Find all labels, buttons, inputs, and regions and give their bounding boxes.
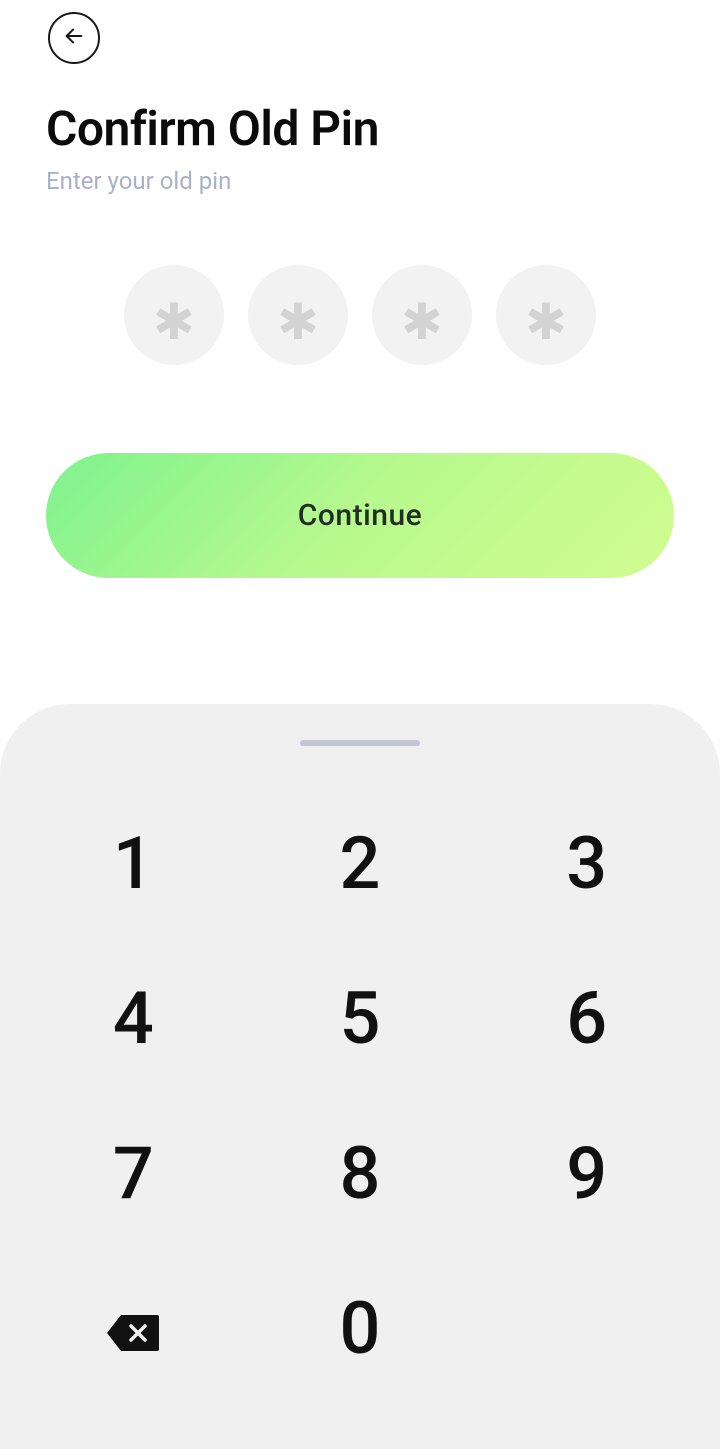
page-subtitle: Enter your old pin xyxy=(46,167,674,195)
pin-input-row: ✱ ✱ ✱ ✱ xyxy=(0,265,720,365)
back-button[interactable] xyxy=(48,12,100,64)
keypad-key-5[interactable]: 5 xyxy=(247,941,474,1096)
pin-digit-4[interactable]: ✱ xyxy=(496,265,596,365)
keypad-key-blank xyxy=(473,1251,700,1406)
keypad-key-7[interactable]: 7 xyxy=(20,1096,247,1251)
backspace-icon xyxy=(105,1286,161,1371)
continue-button[interactable]: Continue xyxy=(46,453,674,578)
keypad-key-3[interactable]: 3 xyxy=(473,786,700,941)
pin-digit-2[interactable]: ✱ xyxy=(248,265,348,365)
keypad-key-0[interactable]: 0 xyxy=(247,1251,474,1406)
pin-digit-3[interactable]: ✱ xyxy=(372,265,472,365)
keypad-key-1[interactable]: 1 xyxy=(20,786,247,941)
keypad-sheet: 1 2 3 4 5 6 7 8 9 0 xyxy=(0,704,720,1449)
keypad-key-backspace[interactable] xyxy=(20,1251,247,1406)
page-title: Confirm Old Pin xyxy=(46,100,674,157)
keypad-key-9[interactable]: 9 xyxy=(473,1096,700,1251)
pin-digit-1[interactable]: ✱ xyxy=(124,265,224,365)
keypad-key-8[interactable]: 8 xyxy=(247,1096,474,1251)
arrow-left-icon xyxy=(63,25,85,51)
keypad-grid: 1 2 3 4 5 6 7 8 9 0 xyxy=(0,786,720,1426)
keypad-key-6[interactable]: 6 xyxy=(473,941,700,1096)
keypad-key-2[interactable]: 2 xyxy=(247,786,474,941)
keypad-key-4[interactable]: 4 xyxy=(20,941,247,1096)
drag-handle[interactable] xyxy=(300,740,420,746)
